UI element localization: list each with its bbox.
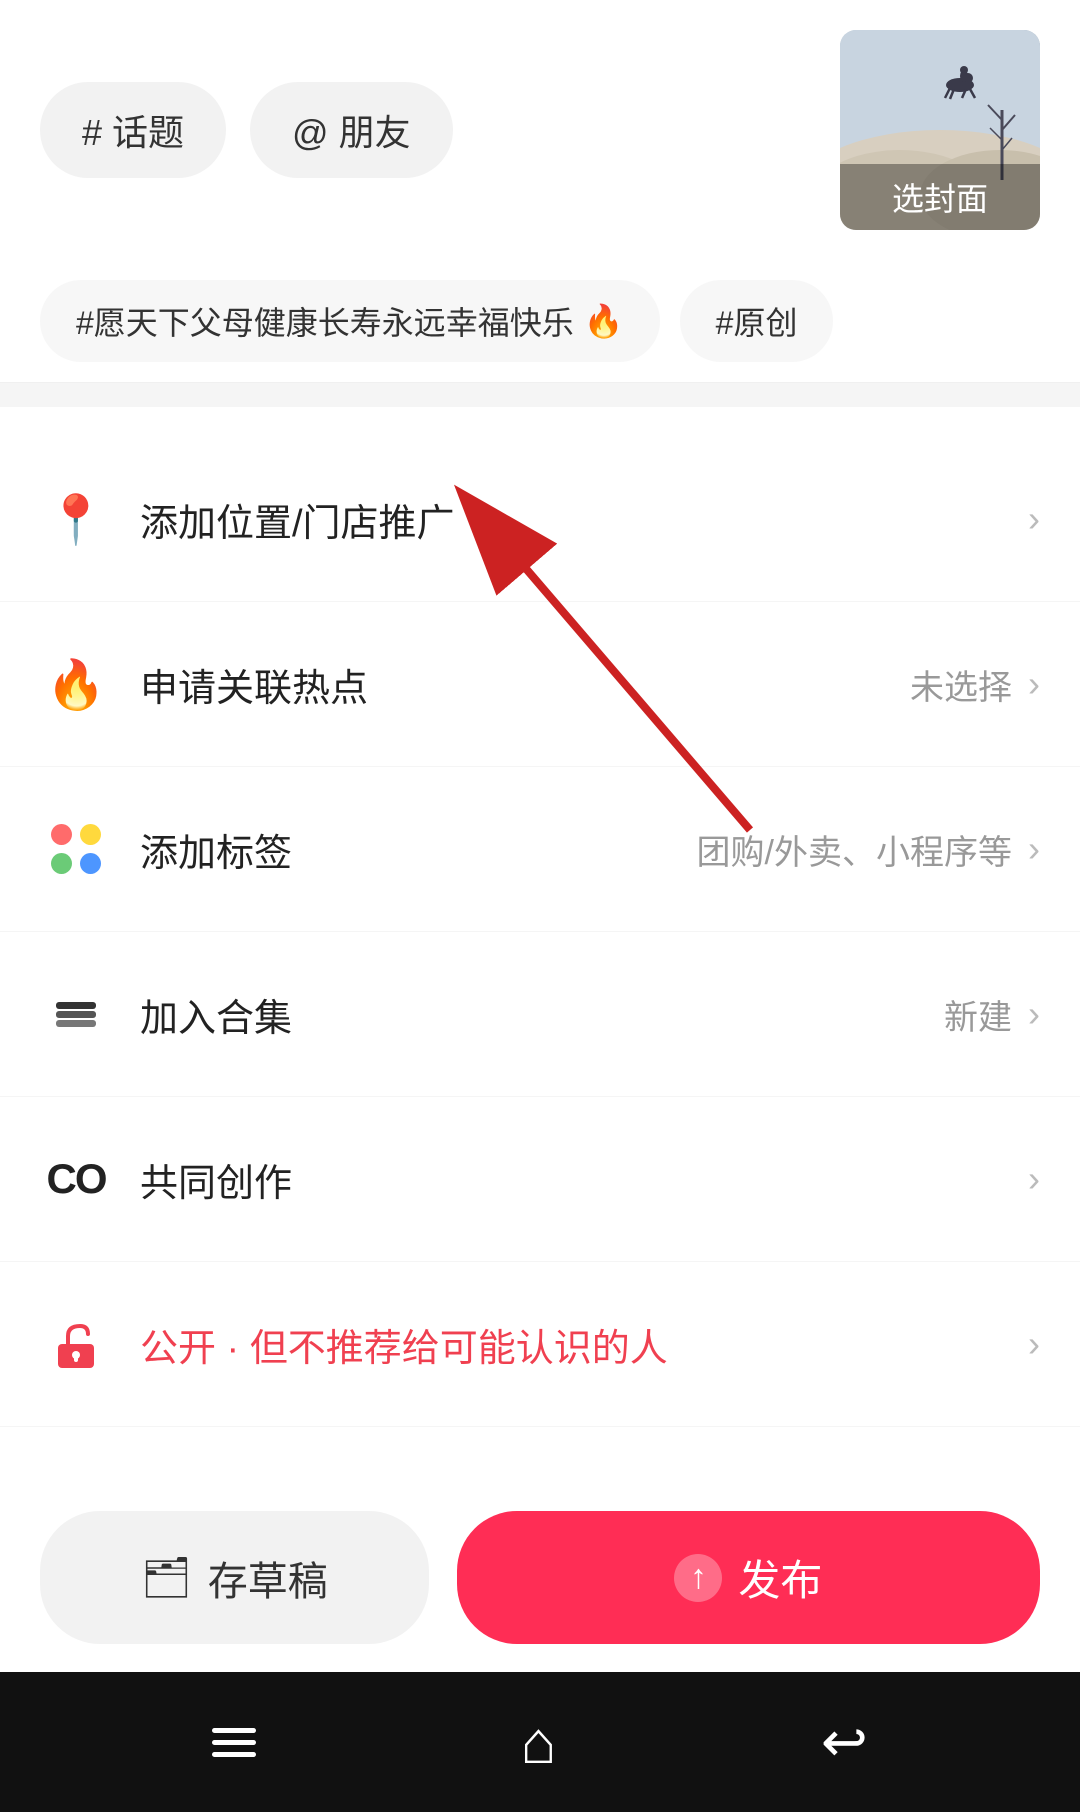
top-section: # 话题 @ 朋友 xyxy=(0,0,1080,260)
menu-right-location: › xyxy=(1020,498,1040,540)
menu-section: 📍 添加位置/门店推广 › 🔥 申请关联热点 未选择 › 添加标签 团购/外卖、… xyxy=(0,437,1080,1427)
hashtag-item-2[interactable]: #原创 xyxy=(680,280,834,362)
menu-item-tag[interactable]: 添加标签 团购/外卖、小程序等 › xyxy=(0,767,1080,932)
tag-hint: 团购/外卖、小程序等 xyxy=(697,825,1012,874)
menu-right-cocreate: › xyxy=(1020,1158,1040,1200)
chevron-hotspot: › xyxy=(1028,663,1040,705)
back-icon: ↩ xyxy=(821,1710,868,1773)
menu-label-tag: 添加标签 xyxy=(140,822,697,877)
menu-right-tag: 团购/外卖、小程序等 › xyxy=(697,825,1040,874)
chevron-privacy: › xyxy=(1028,1323,1040,1365)
menu-label-collection: 加入合集 xyxy=(140,987,944,1042)
menu-item-privacy[interactable]: 公开 · 但不推荐给可能认识的人 › xyxy=(0,1262,1080,1427)
menu-item-hotspot[interactable]: 🔥 申请关联热点 未选择 › xyxy=(0,602,1080,767)
tag-friend-button[interactable]: @ 朋友 xyxy=(250,82,453,178)
menu-item-location[interactable]: 📍 添加位置/门店推广 › xyxy=(0,437,1080,602)
chevron-collection: › xyxy=(1028,993,1040,1035)
hamburger-icon xyxy=(212,1728,256,1757)
nav-menu-button[interactable] xyxy=(212,1728,256,1757)
cover-label: 选封面 xyxy=(840,164,1040,230)
hotspot-status: 未选择 xyxy=(910,660,1012,709)
colorful-dots-icon xyxy=(40,813,112,885)
menu-label-cocreate: 共同创作 xyxy=(140,1152,1020,1207)
co-icon: CO xyxy=(40,1143,112,1215)
menu-label-privacy: 公开 · 但不推荐给可能认识的人 xyxy=(140,1317,1020,1372)
lock-icon xyxy=(40,1308,112,1380)
hashtag-scroll: #愿天下父母健康长寿永远幸福快乐 🔥 #原创 xyxy=(0,260,1080,383)
chevron-cocreate: › xyxy=(1028,1158,1040,1200)
bottom-actions: 🗂 存草稿 ↑ 发布 xyxy=(0,1483,1080,1672)
section-divider xyxy=(0,383,1080,407)
draft-button[interactable]: 🗂 存草稿 xyxy=(40,1511,429,1644)
menu-right-collection: 新建 › xyxy=(944,990,1040,1039)
publish-label: 发布 xyxy=(738,1547,822,1608)
menu-right-hotspot: 未选择 › xyxy=(910,660,1040,709)
menu-item-collection[interactable]: 加入合集 新建 › xyxy=(0,932,1080,1097)
tag-topic-button[interactable]: # 话题 xyxy=(40,82,226,178)
nav-home-button[interactable]: ⌂ xyxy=(520,1708,556,1777)
home-icon: ⌂ xyxy=(520,1709,556,1776)
hashtag-text-2: #原创 xyxy=(716,298,798,344)
collection-status: 新建 xyxy=(944,990,1012,1039)
fire-icon: 🔥 xyxy=(40,648,112,720)
menu-label-hotspot: 申请关联热点 xyxy=(140,657,910,712)
nav-bar: ⌂ ↩ xyxy=(0,1672,1080,1812)
layers-icon xyxy=(40,978,112,1050)
tag-buttons: # 话题 @ 朋友 xyxy=(40,82,840,178)
chevron-location: › xyxy=(1028,498,1040,540)
publish-button[interactable]: ↑ 发布 xyxy=(457,1511,1040,1644)
upload-icon: ↑ xyxy=(674,1554,722,1602)
chevron-tag: › xyxy=(1028,828,1040,870)
menu-item-cocreate[interactable]: CO 共同创作 › xyxy=(0,1097,1080,1262)
hashtag-item-1[interactable]: #愿天下父母健康长寿永远幸福快乐 🔥 xyxy=(40,280,660,362)
menu-right-privacy: › xyxy=(1020,1323,1040,1365)
co-text: CO xyxy=(47,1155,106,1203)
draft-label: 存草稿 xyxy=(208,1549,328,1607)
draft-icon: 🗂 xyxy=(141,1554,192,1601)
fire-emoji-1: 🔥 xyxy=(584,302,624,340)
menu-label-location: 添加位置/门店推广 xyxy=(140,492,1020,547)
cover-image-container[interactable]: 选封面 xyxy=(840,30,1040,230)
hashtag-text-1: #愿天下父母健康长寿永远幸福快乐 xyxy=(76,298,574,344)
location-icon: 📍 xyxy=(40,483,112,555)
nav-back-button[interactable]: ↩ xyxy=(821,1709,868,1775)
upload-arrow: ↑ xyxy=(690,1558,707,1597)
